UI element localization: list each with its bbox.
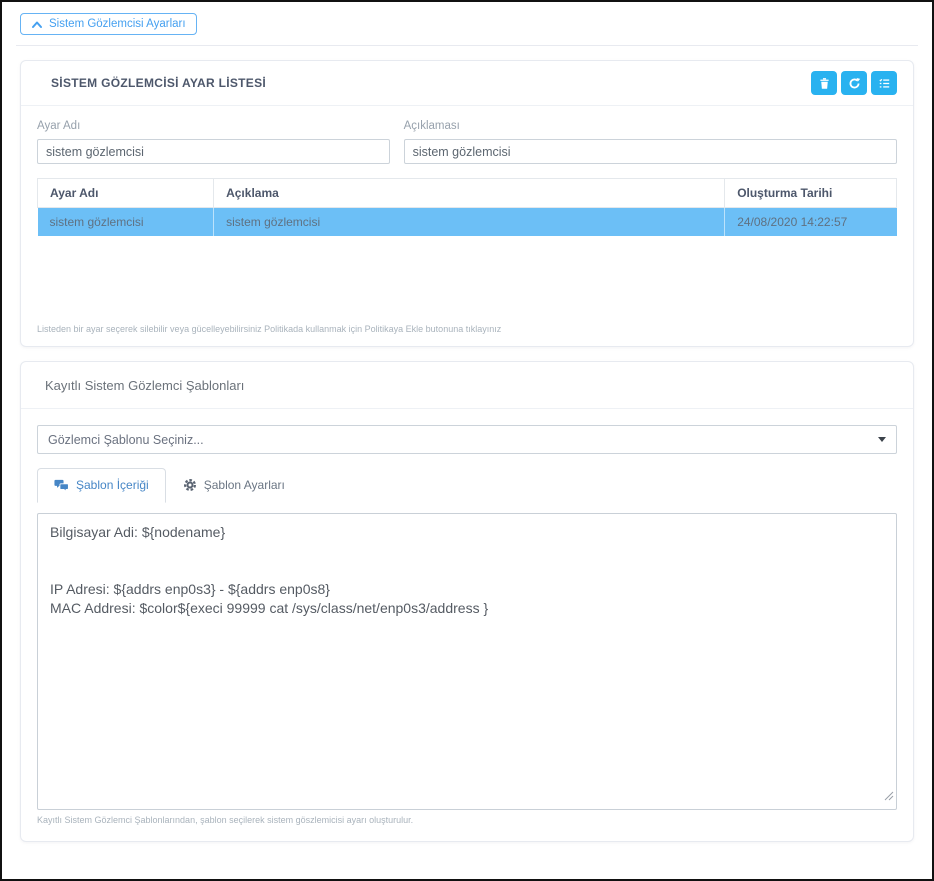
collapse-settings-button[interactable]: Sistem Gözlemcisi Ayarları bbox=[20, 13, 197, 35]
template-select-wrap: Gözlemci Şablonu Seçiniz... bbox=[37, 425, 897, 454]
page: Sistem Gözlemcisi Ayarları SİSTEM GÖZLEM… bbox=[0, 0, 934, 881]
templates-panel-title: Kayıtlı Sistem Gözlemci Şablonları bbox=[45, 378, 244, 393]
refresh-icon bbox=[848, 77, 861, 90]
delete-button[interactable] bbox=[811, 71, 837, 95]
templates-panel-header: Kayıtlı Sistem Gözlemci Şablonları bbox=[21, 362, 913, 409]
description-field-group: Açıklaması bbox=[404, 120, 897, 164]
column-header-description: Açıklama bbox=[214, 179, 725, 208]
template-content-wrap: Bilgisayar Adi: ${nodename} IP Adresi: $… bbox=[37, 513, 897, 810]
table-empty-space bbox=[37, 236, 897, 324]
settings-table-header-row: Ayar Adı Açıklama Oluşturma Tarihi bbox=[38, 179, 897, 208]
template-select[interactable]: Gözlemci Şablonu Seçiniz... bbox=[37, 425, 897, 454]
tab-template-content[interactable]: Şablon İçeriği bbox=[37, 468, 166, 503]
name-field-group: Ayar Adı bbox=[37, 120, 390, 164]
description-field-label: Açıklaması bbox=[404, 120, 897, 132]
tab-template-content-label: Şablon İçeriği bbox=[76, 478, 149, 492]
settings-hint-text: Listeden bir ayar seçerek silebilir veya… bbox=[37, 324, 897, 334]
resize-handle[interactable] bbox=[884, 788, 894, 806]
column-header-name: Ayar Adı bbox=[38, 179, 214, 208]
name-field-label: Ayar Adı bbox=[37, 120, 390, 132]
templates-hint-text: Kayıtlı Sistem Gözlemci Şablonlarından, … bbox=[37, 815, 897, 825]
collapse-settings-label: Sistem Gözlemcisi Ayarları bbox=[49, 18, 186, 30]
settings-toolbar bbox=[811, 71, 897, 95]
list-icon bbox=[878, 77, 891, 90]
cell-description: sistem gözlemcisi bbox=[214, 208, 725, 237]
topbar: Sistem Gözlemcisi Ayarları bbox=[2, 2, 932, 35]
template-content-textarea[interactable]: Bilgisayar Adi: ${nodename} IP Adresi: $… bbox=[37, 513, 897, 810]
tab-template-settings[interactable]: Şablon Ayarları bbox=[166, 468, 302, 503]
settings-table: Ayar Adı Açıklama Oluşturma Tarihi siste… bbox=[37, 178, 897, 236]
comments-icon bbox=[54, 479, 69, 492]
name-input[interactable] bbox=[37, 139, 390, 164]
description-input[interactable] bbox=[404, 139, 897, 164]
template-tabs: Şablon İçeriği Şablon Ayarları bbox=[37, 468, 897, 503]
top-divider bbox=[16, 45, 918, 46]
cell-name: sistem gözlemcisi bbox=[38, 208, 214, 237]
settings-form: Ayar Adı Açıklaması bbox=[37, 120, 897, 164]
tab-template-settings-label: Şablon Ayarları bbox=[204, 478, 285, 492]
table-row-selected[interactable]: sistem gözlemcisi sistem gözlemcisi 24/0… bbox=[38, 208, 897, 237]
cell-created: 24/08/2020 14:22:57 bbox=[725, 208, 897, 237]
refresh-button[interactable] bbox=[841, 71, 867, 95]
settings-panel: SİSTEM GÖZLEMCİSİ AYAR LİSTESİ bbox=[20, 60, 914, 347]
settings-panel-header: SİSTEM GÖZLEMCİSİ AYAR LİSTESİ bbox=[21, 61, 913, 106]
templates-panel: Kayıtlı Sistem Gözlemci Şablonları Gözle… bbox=[20, 361, 914, 842]
settings-table-body: sistem gözlemcisi sistem gözlemcisi 24/0… bbox=[38, 208, 897, 237]
settings-table-head: Ayar Adı Açıklama Oluşturma Tarihi bbox=[38, 179, 897, 208]
column-header-created: Oluşturma Tarihi bbox=[725, 179, 897, 208]
trash-icon bbox=[818, 77, 831, 90]
settings-panel-title: SİSTEM GÖZLEMCİSİ AYAR LİSTESİ bbox=[51, 76, 266, 90]
chevron-up-icon bbox=[31, 20, 43, 29]
list-button[interactable] bbox=[871, 71, 897, 95]
gear-icon bbox=[183, 478, 197, 492]
settings-panel-body: Ayar Adı Açıklaması Ayar Adı Açıklama Ol… bbox=[21, 106, 913, 346]
templates-panel-body: Gözlemci Şablonu Seçiniz... Şablon İçeri… bbox=[21, 409, 913, 841]
